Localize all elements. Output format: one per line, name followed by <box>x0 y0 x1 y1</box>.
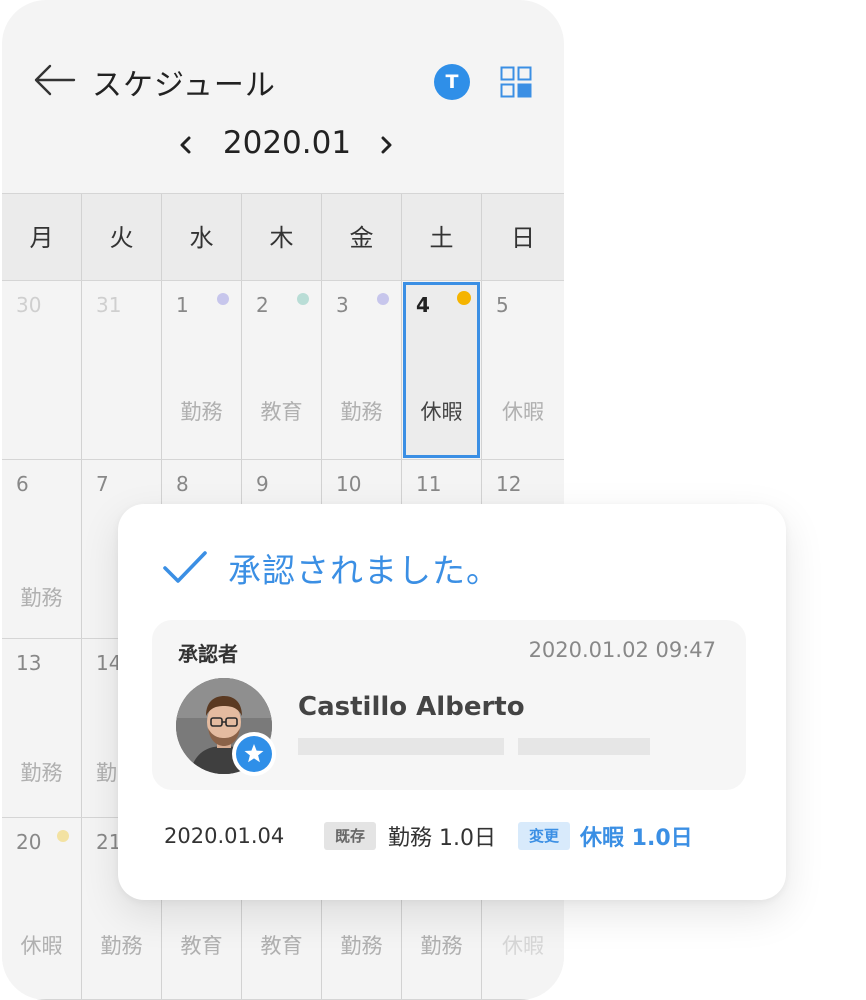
calendar-day[interactable]: 31 <box>82 281 162 459</box>
existing-tag: 既存 <box>324 822 376 850</box>
event-dot <box>377 293 389 305</box>
weekday-sat: 土 <box>402 194 482 280</box>
calendar-day[interactable]: 30 <box>2 281 82 459</box>
day-number: 10 <box>336 472 362 496</box>
weekday-wed: 水 <box>162 194 242 280</box>
approval-title: 承認されました。 <box>228 551 500 590</box>
day-number: 9 <box>256 472 269 496</box>
day-number: 3 <box>336 293 349 317</box>
day-shift-label: 勤務 <box>340 400 383 424</box>
day-shift-label: 休暇 <box>420 400 463 424</box>
approver-panel: 承認者 2020.01.02 09:47 Castillo Alberto <box>152 620 746 790</box>
placeholder-bar <box>518 738 650 755</box>
weekday-header: 月 火 水 木 金 土 日 <box>2 193 564 281</box>
day-shift-label: 勤務 <box>340 934 383 958</box>
day-shift-label: 教育 <box>180 934 223 958</box>
placeholder-bar <box>298 738 504 755</box>
user-avatar[interactable]: T <box>434 64 470 100</box>
approver-name: Castillo Alberto <box>298 692 525 722</box>
existing-value: 勤務 1.0日 <box>388 826 496 851</box>
approval-card: 承認されました。 承認者 2020.01.02 09:47 Castillo A… <box>118 504 786 900</box>
weekday-thu: 木 <box>242 194 322 280</box>
page-title: スケジュール <box>92 68 276 103</box>
day-shift-label: 勤務 <box>420 934 463 958</box>
day-number: 2 <box>256 293 269 317</box>
changed-value: 休暇 1.0日 <box>580 826 693 851</box>
change-date: 2020.01.04 <box>164 824 285 848</box>
day-shift-label: 休暇 <box>502 934 544 958</box>
day-shift-label: 勤務 <box>20 761 63 785</box>
weekday-fri: 金 <box>322 194 402 280</box>
next-month-button[interactable] <box>374 130 398 160</box>
star-icon <box>244 744 264 763</box>
day-shift-label: 休暇 <box>20 934 63 958</box>
day-number: 12 <box>496 472 522 496</box>
event-dot <box>57 830 69 842</box>
day-number: 13 <box>16 651 42 675</box>
approved-timestamp: 2020.01.02 09:47 <box>528 638 716 662</box>
month-label: 2020.01 <box>222 125 352 161</box>
day-number: 5 <box>496 293 509 317</box>
calendar-week: 30 31 1 勤務 2 教育 3 勤務 4 休暇 5 休暇 <box>2 281 564 460</box>
calendar-day[interactable]: 2 教育 <box>242 281 322 459</box>
day-number: 20 <box>16 830 42 854</box>
event-dot <box>457 291 471 305</box>
calendar-day[interactable]: 3 勤務 <box>322 281 402 459</box>
day-shift-label: 勤務 <box>100 934 143 958</box>
prev-month-button[interactable] <box>174 130 198 160</box>
day-shift-label: 教育 <box>260 400 303 424</box>
back-arrow-icon[interactable] <box>32 62 78 98</box>
event-dot <box>217 293 229 305</box>
approver-label: 承認者 <box>178 642 238 666</box>
weekday-sun: 日 <box>511 224 535 252</box>
weekday-mon: 月 <box>2 194 82 280</box>
changed-tag: 変更 <box>518 822 570 850</box>
day-number: 8 <box>176 472 189 496</box>
day-number: 6 <box>16 472 29 496</box>
day-shift-label: 勤務 <box>180 400 223 424</box>
day-number: 1 <box>176 293 189 317</box>
calendar-day[interactable]: 6 勤務 <box>2 460 82 638</box>
day-shift-label: 教育 <box>260 934 303 958</box>
calendar-day[interactable]: 1 勤務 <box>162 281 242 459</box>
grid-view-icon[interactable] <box>500 66 532 98</box>
selected-day-highlight <box>403 282 480 458</box>
day-number: 7 <box>96 472 109 496</box>
star-badge <box>232 732 276 776</box>
weekday-tue: 火 <box>82 194 162 280</box>
calendar-day[interactable]: 4 休暇 <box>402 281 482 459</box>
day-number: 4 <box>416 293 430 317</box>
day-number: 30 <box>16 293 42 317</box>
day-number: 11 <box>416 472 442 496</box>
calendar-day[interactable]: 5 休暇 <box>482 281 564 459</box>
calendar-day[interactable]: 13 勤務 <box>2 639 82 817</box>
day-number: 31 <box>96 293 122 317</box>
day-shift-label: 休暇 <box>502 400 544 424</box>
check-icon <box>163 551 207 583</box>
calendar-day[interactable]: 20 休暇 <box>2 818 82 999</box>
event-dot <box>297 293 309 305</box>
day-shift-label: 勤務 <box>20 586 63 610</box>
